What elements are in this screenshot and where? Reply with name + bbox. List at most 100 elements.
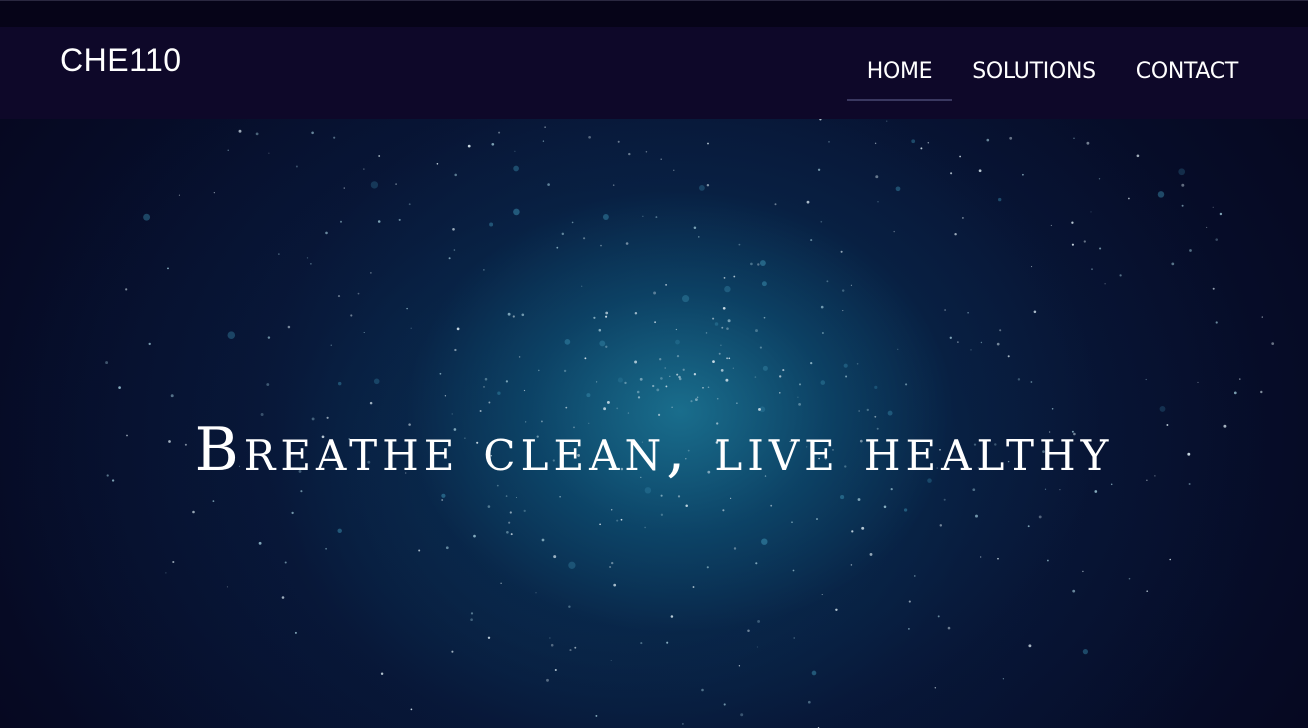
star-particle — [676, 354, 680, 358]
star-particle — [295, 165, 298, 168]
star-particle — [740, 713, 744, 717]
star-particle — [845, 375, 848, 378]
star-particle — [886, 120, 888, 122]
star-particle — [1002, 678, 1005, 680]
star-particle — [980, 556, 982, 558]
star-particle — [610, 660, 612, 661]
star-particle — [693, 373, 697, 376]
star-particle — [660, 377, 663, 380]
star-particle — [736, 402, 738, 404]
star-particle — [489, 222, 494, 227]
star-particle — [470, 612, 474, 615]
star-particle — [770, 504, 773, 507]
star-particle — [105, 361, 109, 365]
star-particle — [843, 363, 848, 368]
star-particle — [850, 564, 853, 566]
star-particle — [505, 380, 509, 383]
star-particle — [828, 141, 830, 143]
star-particle — [410, 708, 413, 711]
star-particle — [546, 678, 549, 682]
star-particle — [370, 272, 372, 274]
star-particle — [850, 284, 852, 286]
nav-contact-link[interactable]: CONTACT — [1116, 53, 1258, 99]
star-particle — [1233, 391, 1237, 395]
star-particle — [1146, 590, 1149, 593]
star-particle — [625, 242, 629, 245]
star-particle — [1271, 342, 1275, 345]
star-particle — [266, 383, 270, 386]
star-particle — [1145, 378, 1147, 381]
star-particle — [937, 615, 940, 618]
star-particle — [600, 244, 602, 247]
star-particle — [856, 363, 859, 365]
star-particle — [370, 181, 379, 189]
star-particle — [410, 327, 412, 329]
star-particle — [363, 332, 365, 333]
star-particle — [816, 518, 818, 520]
star-particle — [1099, 247, 1102, 250]
star-particle — [605, 311, 609, 315]
star-particle — [676, 373, 679, 376]
star-particle — [506, 530, 509, 534]
star-particle — [624, 381, 627, 385]
star-particle — [947, 626, 951, 630]
star-particle — [340, 220, 342, 223]
star-particle — [599, 340, 606, 347]
star-particle — [497, 391, 501, 395]
star-particle — [1071, 221, 1074, 224]
star-particle — [294, 631, 297, 634]
star-particle — [444, 395, 447, 397]
star-particle — [693, 226, 697, 229]
star-particle — [682, 295, 690, 303]
star-particle — [1071, 243, 1074, 246]
nav-home-link[interactable]: HOME — [846, 53, 953, 101]
star-particle — [1260, 390, 1263, 394]
star-particle — [675, 339, 680, 345]
star-particle — [1206, 226, 1208, 228]
star-particle — [523, 509, 526, 513]
star-particle — [738, 665, 741, 667]
star-particle — [820, 380, 826, 385]
star-particle — [337, 528, 342, 534]
star-particle — [515, 496, 518, 499]
star-particle — [705, 332, 708, 334]
star-particle — [595, 381, 598, 383]
star-particle — [957, 341, 959, 343]
star-particle — [514, 150, 516, 152]
star-particle — [473, 534, 476, 538]
star-particle — [584, 357, 587, 360]
star-particle — [707, 142, 709, 145]
star-particle — [1083, 240, 1086, 243]
star-particle — [718, 352, 721, 355]
star-particle — [730, 497, 732, 499]
star-particle — [939, 524, 943, 527]
star-particle — [445, 546, 449, 550]
star-particle — [959, 155, 961, 158]
star-particle — [500, 582, 502, 585]
nav-solutions-link[interactable]: SOLUTIONS — [952, 53, 1116, 99]
star-particle — [588, 135, 591, 139]
star-particle — [483, 269, 485, 271]
star-particle — [550, 643, 554, 647]
star-particle — [380, 672, 384, 675]
star-particle — [330, 344, 332, 346]
brand-logo[interactable]: CHE110 — [60, 40, 182, 80]
star-particle — [779, 392, 781, 394]
star-particle — [978, 169, 982, 173]
star-particle — [1017, 378, 1021, 381]
star-particle — [1022, 173, 1024, 176]
star-particle — [559, 496, 561, 498]
star-particle — [617, 377, 623, 383]
star-particle — [840, 250, 843, 253]
star-particle — [549, 637, 551, 639]
star-particle — [467, 144, 471, 148]
star-particle — [357, 292, 360, 295]
main-nav: HOME SOLUTIONS CONTACT — [846, 53, 1258, 101]
star-particle — [470, 618, 473, 622]
star-particle — [311, 131, 314, 135]
star-particle — [568, 561, 576, 569]
star-particle — [692, 586, 695, 588]
star-particle — [841, 289, 845, 292]
star-particle — [325, 547, 327, 550]
star-particle — [733, 275, 736, 278]
